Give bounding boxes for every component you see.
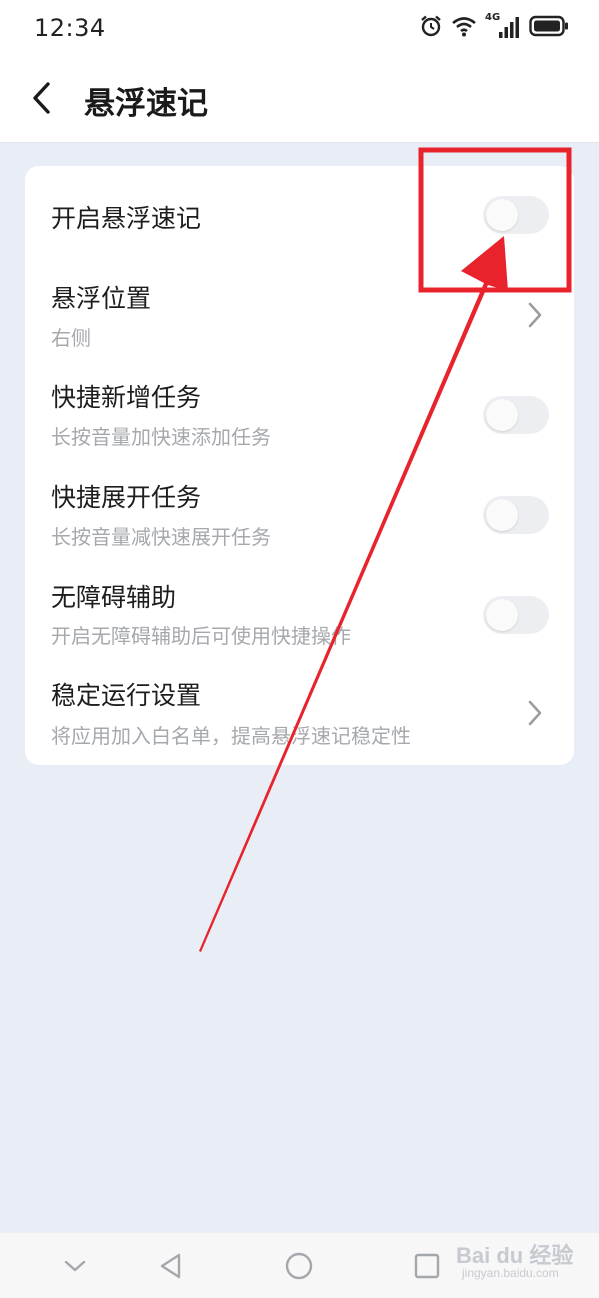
row-title: 悬浮位置 — [51, 284, 152, 313]
settings-row-floating-position[interactable]: 悬浮位置 右侧 — [25, 262, 574, 360]
settings-row-quick-add-task: 快捷新增任务 长按音量加快速添加任务 — [25, 360, 574, 460]
back-button[interactable] — [20, 76, 64, 124]
watermark-url: jingyan.baidu.com — [462, 1266, 559, 1280]
row-title: 开启悬浮速记 — [51, 204, 202, 233]
accessibility-toggle[interactable] — [483, 596, 549, 634]
status-bar: 12:34 4G — [0, 0, 599, 58]
settings-row-enable-floating-notes: 开启悬浮速记 — [25, 166, 574, 262]
toggle-knob — [486, 399, 518, 431]
row-title: 无障碍辅助 — [51, 583, 177, 612]
settings-row-quick-expand-task: 快捷展开任务 长按音量减快速展开任务 — [25, 460, 574, 560]
toggle-knob — [486, 499, 518, 531]
signal-icon: 4G — [485, 12, 521, 41]
row-subtitle: 将应用加入白名单，提高悬浮速记稳定性 — [51, 724, 411, 748]
back-triangle-icon[interactable] — [154, 1249, 188, 1283]
header: 悬浮速记 — [0, 58, 599, 143]
chevron-right-icon[interactable] — [523, 300, 547, 330]
toggle-knob — [486, 199, 518, 231]
status-icons: 4G — [419, 12, 569, 42]
alarm-icon — [419, 14, 443, 42]
quick-expand-task-toggle[interactable] — [483, 496, 549, 534]
row-title: 稳定运行设置 — [51, 681, 202, 710]
settings-row-stable-running[interactable]: 稳定运行设置 将应用加入白名单，提高悬浮速记稳定性 — [25, 660, 574, 765]
settings-card: 开启悬浮速记 悬浮位置 右侧 快捷新增任务 长按音量加快速添加任务 快捷展开任务… — [25, 166, 574, 765]
toggle-knob — [486, 599, 518, 631]
settings-row-accessibility: 无障碍辅助 开启无障碍辅助后可使用快捷操作 — [25, 560, 574, 660]
wifi-icon — [451, 15, 477, 41]
row-title: 快捷新增任务 — [51, 383, 202, 412]
row-subtitle: 长按音量加快速添加任务 — [51, 425, 271, 449]
status-time: 12:34 — [34, 14, 106, 42]
home-circle-icon[interactable] — [282, 1249, 316, 1283]
chevron-right-icon[interactable] — [523, 698, 547, 728]
row-subtitle: 长按音量减快速展开任务 — [51, 525, 271, 549]
row-subtitle: 开启无障碍辅助后可使用快捷操作 — [51, 624, 351, 648]
quick-add-task-toggle[interactable] — [483, 396, 549, 434]
battery-icon — [529, 15, 569, 41]
page-title: 悬浮速记 — [84, 86, 208, 122]
watermark-logo: Bai du 经验 jingyan.baidu.com — [456, 1234, 592, 1286]
recents-square-icon[interactable] — [410, 1249, 444, 1283]
back-arrow-icon — [31, 81, 53, 119]
enable-floating-notes-toggle[interactable] — [483, 196, 549, 234]
collapse-down-icon[interactable] — [58, 1249, 92, 1283]
row-title: 快捷展开任务 — [51, 483, 202, 512]
row-subtitle: 右侧 — [51, 326, 91, 350]
